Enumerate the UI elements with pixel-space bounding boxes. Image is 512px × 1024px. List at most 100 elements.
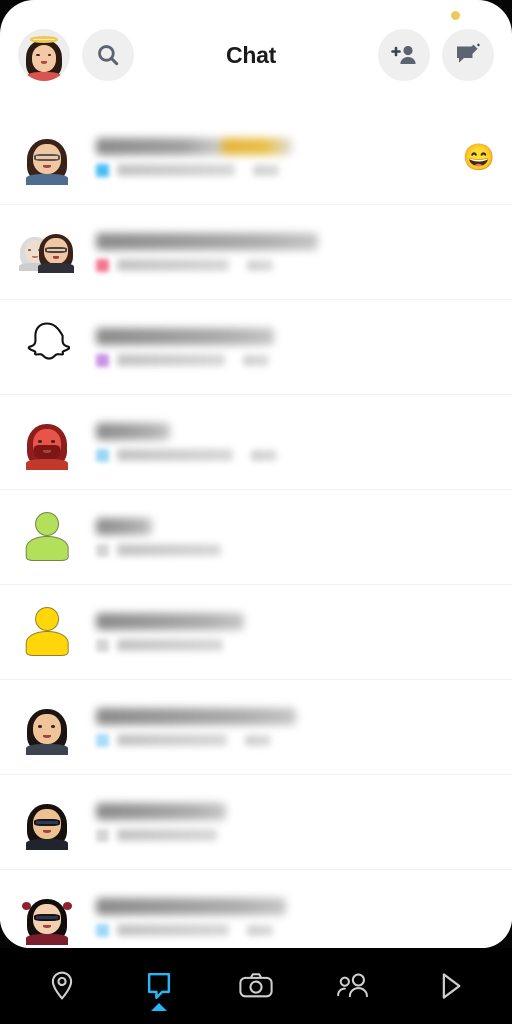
app-sheet: Chat 😄	[0, 0, 512, 948]
chat-status-text	[117, 924, 229, 936]
chat-status-icon	[96, 828, 109, 842]
new-chat-icon	[457, 43, 480, 63]
map-pin-icon	[52, 971, 73, 1000]
chat-avatar[interactable]	[16, 696, 78, 758]
chat-text-block	[96, 897, 452, 937]
chat-status-text	[117, 734, 227, 746]
add-friend-button[interactable]	[378, 29, 430, 81]
chat-status-line	[96, 638, 452, 652]
nav-item-stories[interactable]	[320, 957, 386, 1015]
chat-text-block	[96, 137, 452, 177]
chat-list-item[interactable]	[0, 490, 512, 585]
chat-timestamp	[247, 259, 273, 271]
bitmoji-male-suit-icon	[19, 699, 75, 755]
chat-text-block	[96, 802, 452, 842]
active-tab-indicator	[151, 1003, 168, 1011]
chat-list[interactable]: 😄	[0, 110, 512, 948]
chat-display-name	[96, 802, 226, 820]
chat-timestamp	[251, 449, 277, 461]
new-chat-button[interactable]	[442, 29, 494, 81]
chat-display-name	[96, 897, 286, 915]
chat-timestamp	[245, 734, 271, 746]
chat-avatar[interactable]	[16, 126, 78, 188]
nav-item-chat[interactable]	[126, 957, 192, 1015]
chat-avatar[interactable]	[16, 506, 78, 568]
chat-status-text	[117, 354, 225, 366]
friends-icon	[336, 973, 368, 998]
chat-list-item[interactable]	[0, 775, 512, 870]
chat-list-item[interactable]	[0, 205, 512, 300]
chat-status-text	[117, 449, 233, 461]
chat-display-name	[96, 327, 274, 345]
chat-avatar[interactable]	[16, 601, 78, 663]
bitmoji-group-two-people-icon	[18, 223, 76, 281]
search-button[interactable]	[82, 29, 134, 81]
chat-text-block	[96, 327, 452, 367]
chat-display-name	[96, 422, 170, 440]
chat-display-name	[96, 232, 318, 250]
chat-list-item[interactable]	[0, 585, 512, 680]
nav-item-map[interactable]	[29, 957, 95, 1015]
chat-list-item[interactable]	[0, 395, 512, 490]
bottom-navigation-bar	[0, 948, 512, 1024]
app-header: Chat	[0, 0, 512, 110]
chat-list-item[interactable]: 😄	[0, 110, 512, 205]
chat-display-name	[96, 612, 244, 630]
camera-icon	[239, 973, 273, 998]
chat-display-name	[96, 707, 296, 725]
page-title: Chat	[226, 41, 276, 68]
nav-item-spotlight[interactable]	[417, 957, 483, 1015]
chat-status-text	[117, 639, 223, 651]
chat-list-item[interactable]	[0, 680, 512, 775]
chat-list-item[interactable]	[0, 300, 512, 395]
chat-status-icon	[96, 258, 109, 272]
chat-text-block	[96, 707, 452, 747]
chat-text-block	[96, 517, 452, 557]
bitmoji-male-sunglasses-suit-icon	[19, 794, 75, 850]
add-friend-icon	[391, 45, 416, 64]
chat-status-line	[96, 163, 452, 177]
chat-bubble-icon	[148, 972, 171, 1000]
chat-timestamp	[243, 354, 269, 366]
play-triangle-icon	[442, 973, 461, 999]
profile-avatar-button[interactable]	[18, 29, 70, 81]
chat-display-name	[96, 517, 152, 535]
bitmoji-avatar-with-halo-icon	[18, 29, 70, 81]
bitmoji-female-glasses-icon	[19, 129, 75, 185]
phone-screen: Chat 😄	[0, 0, 512, 1024]
bitmoji-female-sunglasses-bow-icon	[19, 889, 75, 945]
chat-timestamp	[253, 164, 279, 176]
chat-avatar[interactable]	[16, 886, 78, 948]
chat-text-block	[96, 232, 452, 272]
nav-item-camera[interactable]	[223, 957, 289, 1015]
chat-status-icon	[96, 353, 109, 367]
chat-avatar[interactable]	[16, 316, 78, 378]
chat-text-block	[96, 422, 452, 462]
chat-avatar[interactable]	[16, 221, 78, 283]
header-actions	[378, 29, 494, 81]
chat-text-block	[96, 612, 452, 652]
chat-status-text	[117, 829, 217, 841]
chat-display-name	[96, 137, 292, 155]
default-avatar-yellow-icon	[21, 606, 73, 658]
chat-status-line	[96, 923, 452, 937]
chat-status-icon	[96, 543, 109, 557]
chat-status-icon	[96, 923, 109, 937]
chat-status-text	[117, 259, 229, 271]
smiling-face-emoji: 😄	[462, 142, 496, 172]
chat-status-line	[96, 733, 452, 747]
chat-avatar[interactable]	[16, 791, 78, 853]
default-avatar-green-icon	[21, 511, 73, 563]
chat-status-text	[117, 544, 221, 556]
search-icon	[98, 45, 119, 66]
chat-list-item[interactable]	[0, 870, 512, 948]
snapchat-ghost-logo-icon	[24, 320, 71, 375]
chat-status-icon	[96, 733, 109, 747]
chat-status-line	[96, 828, 452, 842]
chat-row-trailing: 😄	[462, 144, 496, 170]
chat-status-line	[96, 543, 452, 557]
chat-status-line	[96, 448, 452, 462]
bitmoji-group-two-people-front-icon	[32, 225, 80, 273]
chat-avatar[interactable]	[16, 411, 78, 473]
chat-status-text	[117, 164, 235, 176]
